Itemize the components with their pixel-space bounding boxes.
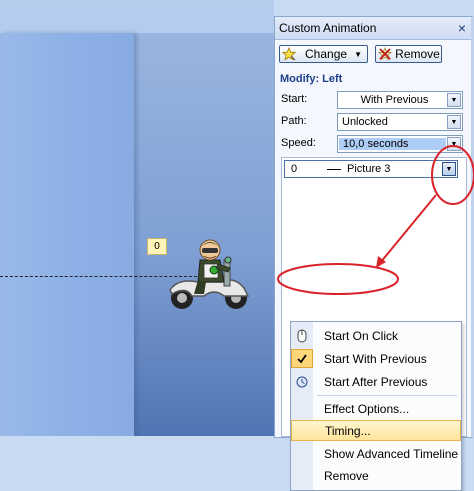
modify-heading: Modify: Left: [280, 73, 343, 85]
motion-path-icon: [327, 168, 341, 170]
path-dropdown[interactable]: Unlocked ▼: [337, 113, 463, 131]
remove-label: Remove: [395, 47, 440, 61]
effect-context-menu: Start On Click Start With Previous Start…: [290, 321, 462, 491]
slide-panel[interactable]: [0, 33, 134, 436]
menu-item-effect-options[interactable]: Effect Options...: [291, 398, 461, 419]
path-label: Path:: [281, 115, 307, 127]
scooter-rider-picture[interactable]: [164, 238, 256, 312]
menu-item-label: Start On Click: [324, 328, 399, 343]
change-button[interactable]: Change ▼: [279, 45, 368, 63]
speed-value[interactable]: 10,0 seconds: [339, 138, 446, 150]
menu-item-show-advanced-timeline[interactable]: Show Advanced Timeline: [291, 443, 461, 464]
remove-star-icon: [376, 47, 394, 61]
speed-dropdown[interactable]: 10,0 seconds ▼: [337, 135, 463, 153]
menu-separator: [317, 395, 457, 396]
close-icon[interactable]: ×: [458, 20, 466, 36]
menu-item-remove[interactable]: Remove: [291, 465, 461, 486]
clock-icon: [291, 376, 313, 388]
pane-header: Custom Animation ×: [275, 17, 471, 40]
menu-item-label: Timing...: [325, 423, 371, 438]
slide-background: [134, 33, 274, 436]
menu-item-timing[interactable]: Timing...: [291, 420, 461, 441]
chevron-down-icon[interactable]: ▼: [447, 137, 461, 151]
start-value: With Previous: [360, 94, 429, 106]
start-dropdown[interactable]: With Previous ▼: [337, 91, 463, 109]
pane-title: Custom Animation: [279, 21, 377, 35]
effect-name: Picture 3: [347, 163, 391, 175]
chevron-down-icon[interactable]: ▼: [442, 162, 456, 176]
menu-item-label: Remove: [324, 468, 369, 483]
speed-label: Speed:: [281, 137, 316, 149]
menu-item-start-after-previous[interactable]: Start After Previous: [291, 371, 461, 392]
checkmark-icon: [291, 349, 313, 368]
menu-item-start-on-click[interactable]: Start On Click: [291, 325, 461, 346]
menu-item-label: Start After Previous: [324, 374, 428, 389]
custom-animation-pane: Custom Animation × Change ▼ Remove Modif…: [274, 16, 474, 491]
change-label: Change: [305, 47, 348, 61]
menu-item-label: Start With Previous: [324, 351, 427, 366]
star-icon: [280, 47, 298, 61]
path-value: Unlocked: [342, 116, 388, 128]
effect-list-item[interactable]: 0 Picture 3 ▼: [284, 160, 458, 178]
slide-workspace: 0: [0, 0, 274, 436]
menu-item-start-with-previous[interactable]: Start With Previous: [291, 348, 461, 369]
chevron-down-icon[interactable]: ▼: [447, 115, 461, 129]
menu-item-label: Effect Options...: [324, 401, 410, 416]
remove-button[interactable]: Remove: [375, 45, 442, 63]
menu-item-label: Show Advanced Timeline: [324, 446, 459, 461]
mouse-icon: [291, 329, 313, 343]
animation-effect-list[interactable]: 0 Picture 3 ▼ Start On Click Start With …: [281, 157, 467, 491]
start-label: Start:: [281, 93, 308, 105]
chevron-down-icon[interactable]: ▼: [447, 93, 461, 107]
chevron-down-icon: ▼: [354, 49, 362, 59]
effect-order: 0: [291, 163, 298, 175]
